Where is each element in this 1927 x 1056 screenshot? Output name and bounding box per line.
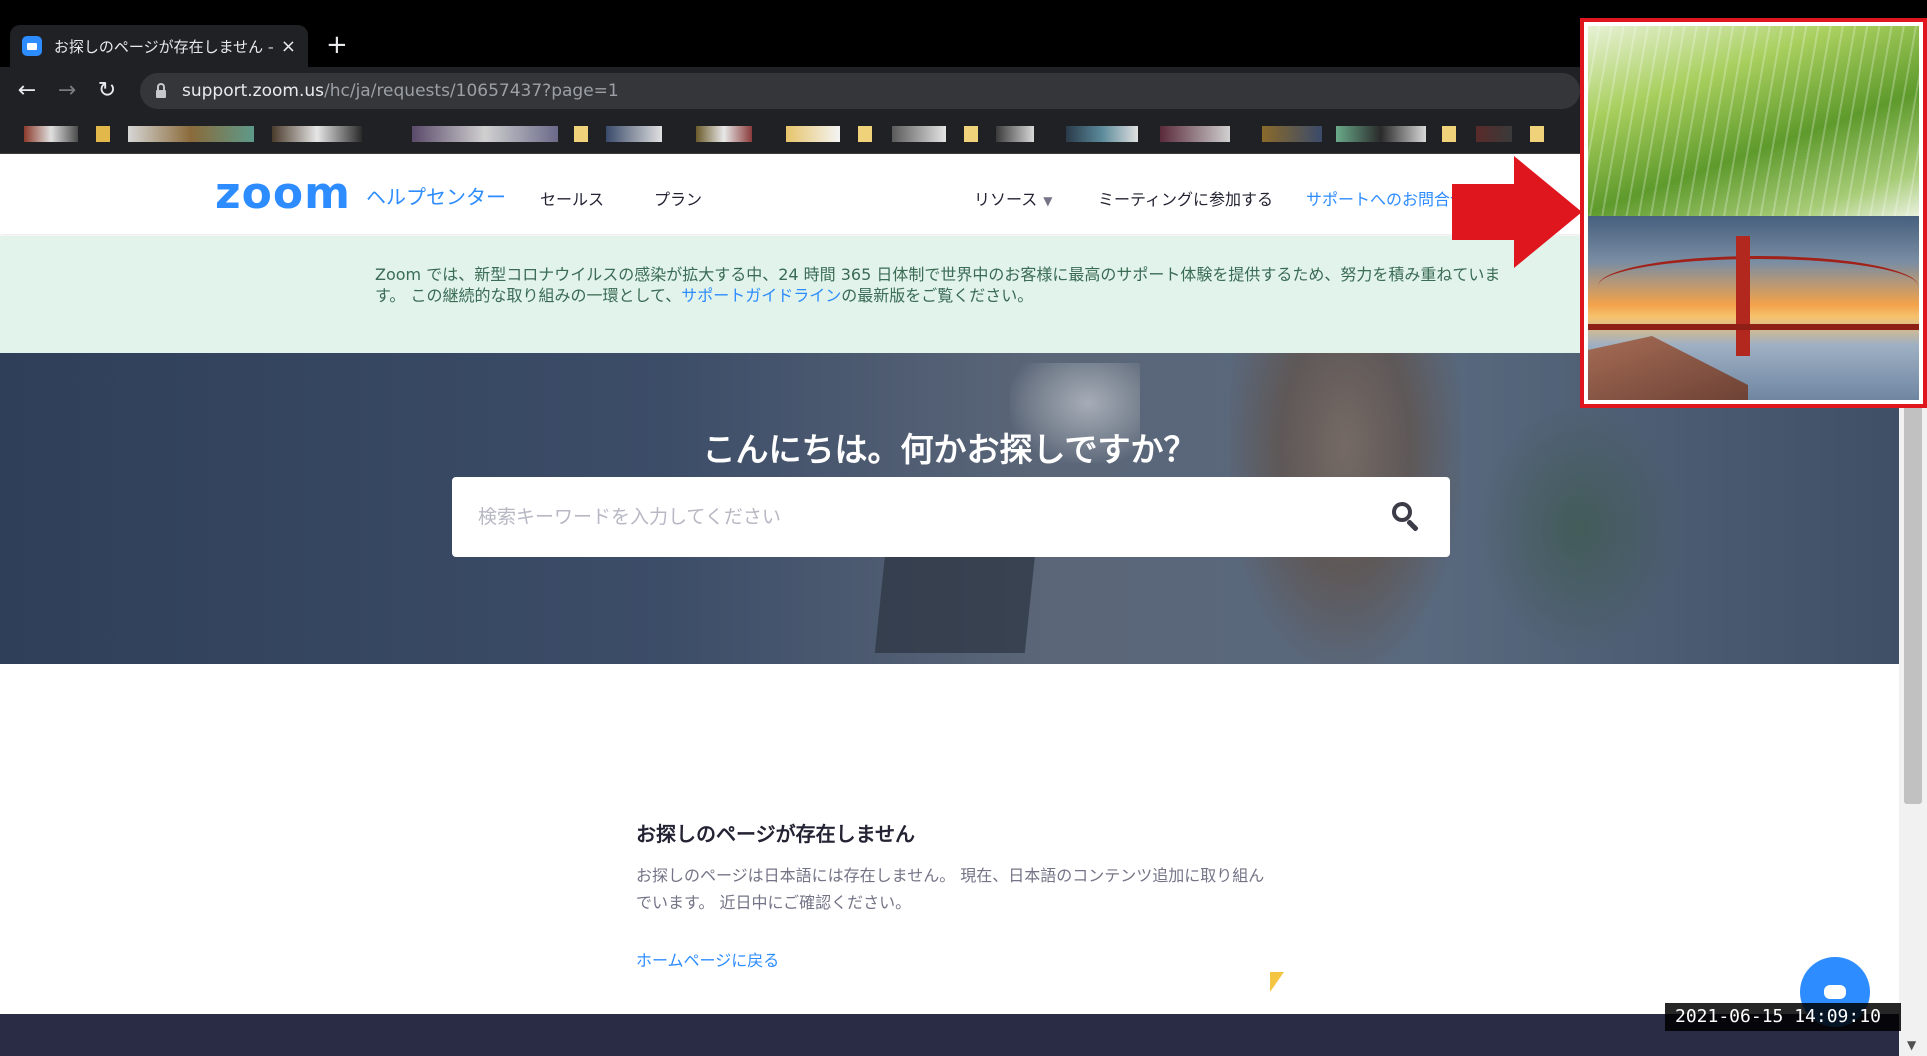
url-path: /hc/ja/requests/10657437?page=1: [324, 81, 619, 101]
nav-resources[interactable]: リソース ▼: [974, 186, 1052, 210]
folder-icon[interactable]: [1530, 126, 1544, 142]
url-host: support.zoom.us: [182, 81, 324, 101]
folder-icon[interactable]: [96, 126, 110, 142]
notice-text: Zoom では、新型コロナウイルスの感染が拡大する中、24 時間 365 日体制…: [375, 264, 1505, 306]
bridge-deck: [1588, 324, 1919, 330]
site-footer: [0, 1014, 1899, 1056]
bridge-cliff: [1588, 336, 1748, 400]
home-page-link[interactable]: ホームページに戻る: [636, 947, 779, 971]
bookmark-item[interactable]: [1066, 126, 1138, 142]
wallpaper-preview-frame: [1580, 18, 1927, 408]
bookmark-item[interactable]: [996, 126, 1034, 142]
zoom-favicon-icon: [22, 36, 42, 56]
mouse-cursor-icon: [1270, 972, 1284, 992]
nav-contact-support[interactable]: サポートへのお問合せ: [1306, 186, 1466, 210]
red-arrow-icon: [1452, 156, 1582, 268]
nav-sales[interactable]: セールス: [540, 186, 604, 210]
bookmark-item[interactable]: [1160, 126, 1230, 142]
bookmark-item[interactable]: [696, 126, 752, 142]
folder-icon[interactable]: [964, 126, 978, 142]
help-center-link[interactable]: ヘルプセンター: [366, 181, 506, 210]
bookmark-item[interactable]: [272, 126, 362, 142]
nav-plans[interactable]: プラン: [654, 186, 702, 210]
address-bar[interactable]: support.zoom.us/hc/ja/requests/10657437?…: [140, 73, 1580, 109]
not-found-title: お探しのページが存在しません: [636, 822, 915, 846]
not-found-body: お探しのページは日本語には存在しません。 現在、日本語のコンテンツ追加に取り組ん…: [636, 866, 1265, 912]
back-arrow-icon[interactable]: ←: [12, 75, 42, 105]
bookmark-item[interactable]: [412, 126, 558, 142]
folder-icon[interactable]: [574, 126, 588, 142]
new-tab-button[interactable]: +: [326, 32, 348, 58]
bookmark-item[interactable]: [128, 126, 254, 142]
browser-tab[interactable]: お探しのページが存在しません – Zoom ×: [10, 25, 308, 67]
zoom-logo[interactable]: zoom: [215, 172, 351, 216]
tab-title: お探しのページが存在しません – Zoom: [53, 37, 273, 56]
bookmark-item[interactable]: [1262, 126, 1322, 142]
folder-icon[interactable]: [1442, 126, 1456, 142]
caret-down-icon: ▼: [1043, 194, 1053, 208]
tab-close-icon[interactable]: ×: [281, 36, 296, 57]
lock-icon: [156, 82, 166, 98]
forward-arrow-icon[interactable]: →: [52, 75, 82, 105]
timestamp-overlay: 2021-06-15 14:09:10: [1665, 1003, 1901, 1031]
search-box: [452, 477, 1450, 557]
bookmark-item[interactable]: [606, 126, 662, 142]
nav-resources-label: リソース: [974, 190, 1038, 209]
folder-icon[interactable]: [858, 126, 872, 142]
bookmark-item[interactable]: [1336, 126, 1426, 142]
search-input[interactable]: [478, 506, 1390, 528]
notice-text-after: の最新版をご覧ください。: [841, 286, 1034, 305]
folder-icon[interactable]: [786, 126, 840, 142]
bridge-cable: [1598, 256, 1918, 316]
hero-background-laptop: [874, 553, 1036, 653]
support-guidelines-link[interactable]: サポートガイドライン: [681, 286, 841, 305]
bridge-tower: [1736, 236, 1750, 356]
grass-wallpaper: [1588, 26, 1919, 216]
nav-join-meeting[interactable]: ミーティングに参加する: [1098, 186, 1273, 210]
scroll-down-icon[interactable]: ▼: [1907, 1038, 1916, 1052]
scrollbar-thumb[interactable]: [1904, 404, 1922, 804]
search-icon[interactable]: [1390, 500, 1424, 534]
hero-title: こんにちは。何かお探しですか？: [702, 430, 1197, 469]
golden-gate-bridge-wallpaper: [1588, 216, 1919, 400]
bookmark-item[interactable]: [1476, 126, 1512, 142]
bookmark-item[interactable]: [24, 126, 78, 142]
bookmark-item[interactable]: [892, 126, 946, 142]
reload-icon[interactable]: ↻: [92, 75, 122, 105]
